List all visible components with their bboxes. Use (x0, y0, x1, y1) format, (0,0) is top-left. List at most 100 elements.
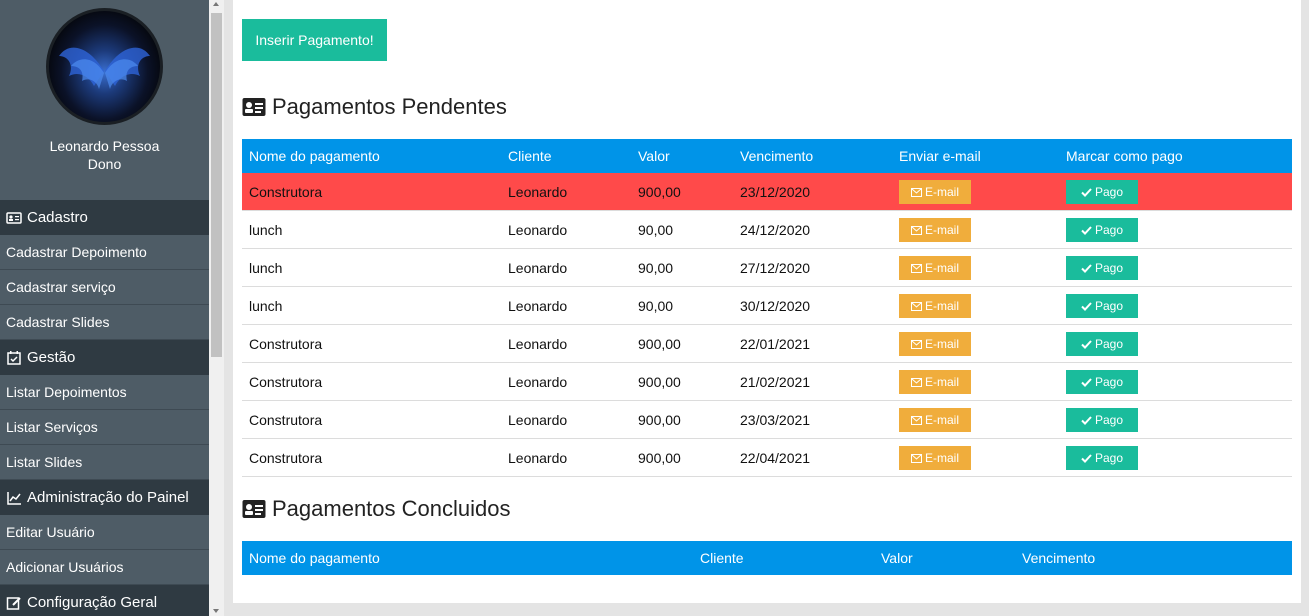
check-icon (1081, 187, 1092, 197)
menu-header-administracao[interactable]: Administração do Painel (0, 480, 209, 515)
paid-button-label: Pago (1094, 261, 1124, 275)
table-row: lunch Leonardo 90,00 30/12/2020 E-mail Pago (242, 287, 1292, 325)
send-email-button[interactable]: E-mail (899, 446, 971, 470)
table-row: Construtora Leonardo 900,00 23/12/2020 E-mai… (242, 173, 1292, 211)
payment-name: Construtora (249, 412, 323, 428)
paid-button-label: Pago (1094, 337, 1124, 351)
mark-paid-button[interactable]: Pago (1066, 294, 1138, 318)
email-button-label: E-mail (924, 375, 959, 389)
payment-value: 900,00 (638, 450, 681, 466)
sidebar-item-editar-usuario[interactable]: Editar Usuário (0, 515, 209, 550)
menu-header-gestao[interactable]: Gestão (0, 340, 209, 375)
send-email-button[interactable]: E-mail (899, 408, 971, 432)
column-header: Marcar como pago (1066, 148, 1183, 164)
envelope-icon (910, 377, 922, 387)
mark-paid-button[interactable]: Pago (1066, 370, 1138, 394)
column-header: Enviar e-mail (899, 148, 981, 164)
scrollbar-thumb[interactable] (211, 13, 222, 357)
table-header: Nome do pagamento Cliente Valor Vencimen… (242, 139, 1292, 173)
menu-header-label: Configuração Geral (27, 594, 158, 611)
menu-header-configuracao[interactable]: Configuração Geral (0, 585, 209, 616)
payment-client: Leonardo (508, 412, 568, 428)
menu-header-label: Gestão (27, 349, 76, 366)
payment-value: 900,00 (638, 412, 681, 428)
mark-paid-button[interactable]: Pago (1066, 180, 1138, 204)
email-button-label: E-mail (924, 185, 959, 199)
check-icon (1081, 339, 1092, 349)
envelope-icon (910, 225, 922, 235)
email-button-label: E-mail (924, 299, 959, 313)
avatar (46, 8, 163, 125)
payment-value: 90,00 (638, 222, 674, 238)
sidebar-item-cadastrar-slides[interactable]: Cadastrar Slides (0, 305, 209, 340)
sidebar-scrollbar[interactable] (209, 0, 224, 616)
paid-button-label: Pago (1094, 451, 1124, 465)
id-card-icon (242, 98, 266, 116)
send-email-button[interactable]: E-mail (899, 218, 971, 242)
payment-value: 90,00 (638, 298, 674, 314)
send-email-button[interactable]: E-mail (899, 294, 971, 318)
column-header: Nome do pagamento (249, 550, 380, 566)
sidebar-item-cadastrar-depoimento[interactable]: Cadastrar Depoimento (0, 235, 209, 270)
mark-paid-button[interactable]: Pago (1066, 332, 1138, 356)
column-header: Cliente (508, 148, 552, 164)
email-button-label: E-mail (924, 451, 959, 465)
payment-due-date: 27/12/2020 (740, 260, 811, 276)
column-header: Valor (638, 148, 670, 164)
payment-due-date: 30/12/2020 (740, 298, 811, 314)
table-row: Construtora Leonardo 900,00 22/04/2021 E-mai… (242, 439, 1292, 477)
user-profile: Leonardo Pessoa Dono (0, 0, 209, 200)
envelope-icon (910, 453, 922, 463)
mark-paid-button[interactable]: Pago (1066, 446, 1138, 470)
check-icon (1081, 453, 1092, 463)
sidebar-item-listar-depoimentos[interactable]: Listar Depoimentos (0, 375, 209, 410)
check-icon (1081, 377, 1092, 387)
payment-due-date: 23/03/2021 (740, 412, 811, 428)
scroll-down-icon[interactable] (213, 609, 219, 613)
email-button-label: E-mail (924, 261, 959, 275)
user-name: Leonardo Pessoa (49, 138, 160, 154)
column-header: Nome do pagamento (249, 148, 380, 164)
sidebar-item-listar-slides[interactable]: Listar Slides (0, 445, 209, 480)
pending-payments-table: Nome do pagamento Cliente Valor Vencimen… (242, 139, 1292, 477)
payment-due-date: 21/02/2021 (740, 374, 811, 390)
sidebar-item-listar-servicos[interactable]: Listar Serviços (0, 410, 209, 445)
send-email-button[interactable]: E-mail (899, 370, 971, 394)
pending-payments-title: Pagamentos Pendentes (242, 94, 507, 120)
send-email-button[interactable]: E-mail (899, 256, 971, 280)
insert-payment-button[interactable]: Inserir Pagamento! (242, 19, 387, 61)
calendar-check-icon (7, 350, 21, 365)
table-body: Construtora Leonardo 900,00 23/12/2020 E-mai… (242, 173, 1292, 477)
payment-client: Leonardo (508, 336, 568, 352)
paid-button-label: Pago (1094, 413, 1124, 427)
envelope-icon (910, 263, 922, 273)
send-email-button[interactable]: E-mail (899, 180, 971, 204)
column-header: Cliente (700, 550, 744, 566)
payment-name: lunch (249, 260, 283, 276)
scroll-up-icon[interactable] (213, 2, 219, 6)
payment-due-date: 23/12/2020 (740, 184, 811, 200)
payment-name: Construtora (249, 374, 323, 390)
user-role: Dono (87, 156, 122, 172)
payment-name: Construtora (249, 450, 323, 466)
column-header: Valor (881, 550, 913, 566)
mark-paid-button[interactable]: Pago (1066, 218, 1138, 242)
email-button-label: E-mail (924, 413, 959, 427)
section-title-text: Pagamentos Concluidos (272, 496, 511, 521)
paid-button-label: Pago (1094, 223, 1124, 237)
send-email-button[interactable]: E-mail (899, 332, 971, 356)
envelope-icon (910, 301, 922, 311)
mark-paid-button[interactable]: Pago (1066, 408, 1138, 432)
completed-payments-table: Nome do pagamento Cliente Valor Vencimen… (242, 541, 1292, 575)
column-header: Vencimento (740, 148, 814, 164)
payment-name: Construtora (249, 336, 323, 352)
payment-name: lunch (249, 298, 283, 314)
payment-value: 900,00 (638, 336, 681, 352)
sidebar-item-adicionar-usuarios[interactable]: Adicionar Usuários (0, 550, 209, 585)
column-header: Vencimento (1022, 550, 1096, 566)
table-row: Construtora Leonardo 900,00 22/01/2021 E-mai… (242, 325, 1292, 363)
sidebar-item-cadastrar-servico[interactable]: Cadastrar serviço (0, 270, 209, 305)
menu-header-cadastro[interactable]: Cadastro (0, 200, 209, 235)
table-row: Construtora Leonardo 900,00 21/02/2021 E-mai… (242, 363, 1292, 401)
mark-paid-button[interactable]: Pago (1066, 256, 1138, 280)
